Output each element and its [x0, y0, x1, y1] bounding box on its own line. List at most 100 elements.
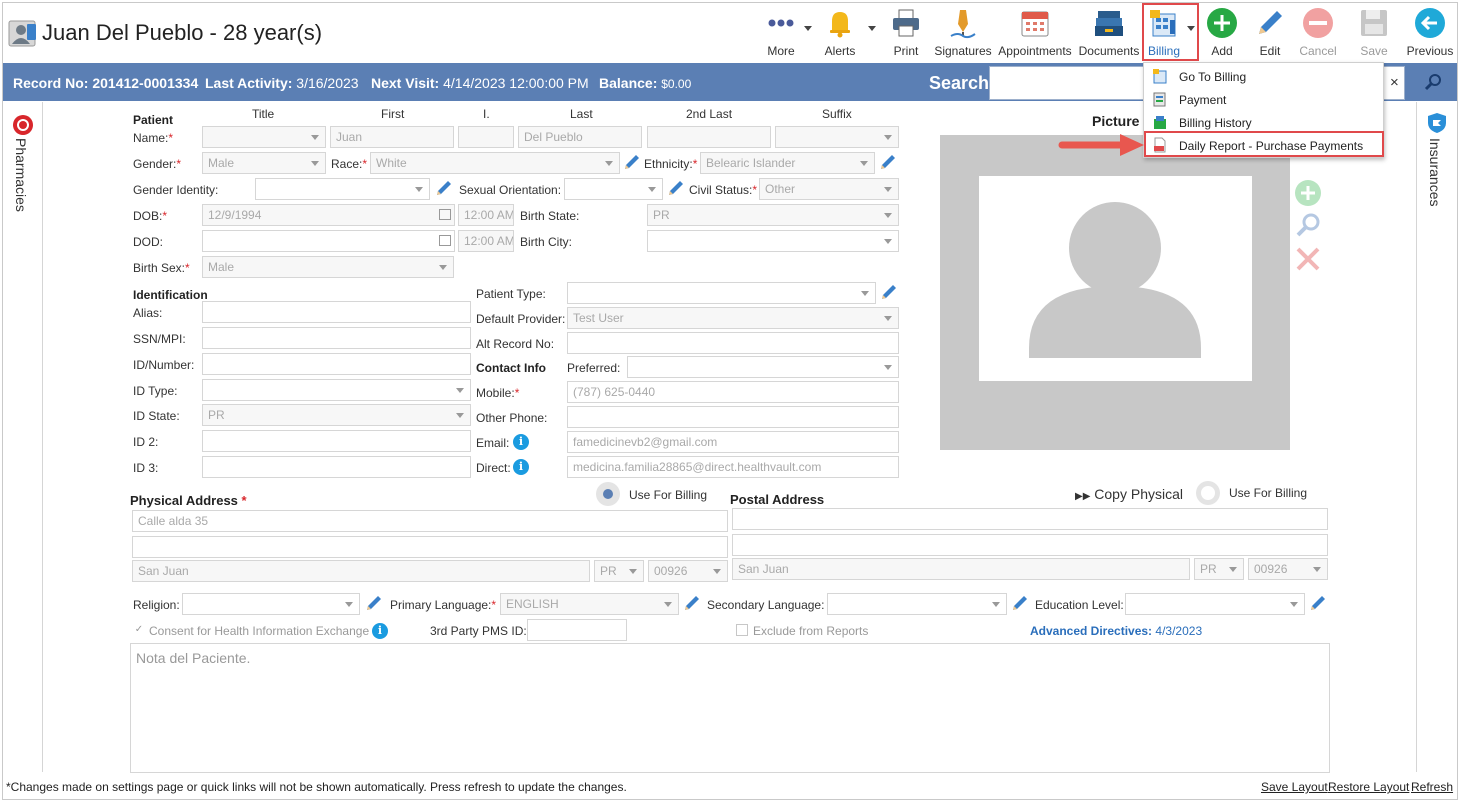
appointments-button[interactable]: Appointments [996, 4, 1074, 60]
sexual-orientation-select[interactable] [564, 178, 663, 200]
patient-notes-textarea[interactable]: Nota del Paciente. [130, 643, 1330, 773]
religion-edit-pencil-icon[interactable] [364, 593, 384, 613]
zoom-picture-icon[interactable] [1294, 211, 1322, 239]
last-name-field[interactable]: Del Pueblo [518, 126, 642, 148]
search-clear-button[interactable]: × [1390, 74, 1399, 91]
physical-address-line2-field[interactable] [132, 536, 728, 558]
id-type-select[interactable] [202, 379, 471, 401]
third-party-pms-field[interactable] [527, 619, 627, 641]
print-button[interactable]: Print [884, 4, 928, 60]
religion-select[interactable] [182, 593, 360, 615]
direct-field[interactable]: medicina.familia28865@direct.healthvault… [567, 456, 899, 478]
physical-city-field[interactable]: San Juan [132, 560, 590, 582]
sexual-orientation-edit-pencil-icon[interactable] [666, 178, 686, 198]
primary-language-edit-pencil-icon[interactable] [682, 593, 702, 613]
postal-zip-select[interactable]: 00926 [1248, 558, 1328, 580]
billing-button[interactable]: Billing [1144, 4, 1184, 60]
id2-field[interactable] [202, 430, 471, 452]
physical-zip-select[interactable]: 00926 [648, 560, 728, 582]
title-select[interactable] [202, 126, 326, 148]
secondary-language-edit-pencil-icon[interactable] [1010, 593, 1030, 613]
restore-layout-link[interactable]: Restore Layout [1328, 780, 1409, 794]
race-edit-pencil-icon[interactable] [622, 152, 642, 172]
name-label: Name:* [133, 131, 174, 145]
primary-language-select[interactable]: ENGLISH [500, 593, 679, 615]
patient-type-edit-pencil-icon[interactable] [879, 282, 899, 302]
race-select[interactable]: White [370, 152, 620, 174]
alt-record-field[interactable] [567, 332, 899, 354]
birth-sex-select[interactable]: Male [202, 256, 454, 278]
ethnicity-select[interactable]: Belearic Islander [700, 152, 875, 174]
dob-field[interactable]: 12/9/1994 [202, 204, 455, 226]
documents-button[interactable]: Documents [1078, 4, 1140, 60]
edit-button[interactable]: Edit [1248, 4, 1292, 60]
mobile-field[interactable]: (787) 625-0440 [567, 381, 899, 403]
pharmacies-panel[interactable]: Pharmacies [3, 102, 43, 772]
advanced-directives-link[interactable]: Advanced Directives: 4/3/2023 [1030, 624, 1202, 638]
education-level-select[interactable] [1125, 593, 1305, 615]
secondary-language-select[interactable] [827, 593, 1007, 615]
gender-identity-select[interactable] [255, 178, 430, 200]
id-number-field[interactable] [202, 353, 471, 375]
birth-city-select[interactable] [647, 230, 899, 252]
more-button[interactable]: More [758, 4, 804, 60]
alias-field[interactable] [202, 301, 471, 323]
physical-use-for-billing-radio[interactable] [596, 482, 620, 506]
save-layout-link[interactable]: Save Layout [1261, 780, 1328, 794]
dod-field[interactable] [202, 230, 455, 252]
email-info-icon[interactable]: i [513, 434, 529, 450]
civil-status-select[interactable]: Other [759, 178, 899, 200]
ethnicity-edit-pencil-icon[interactable] [878, 152, 898, 172]
menu-item-billing-history[interactable]: Billing History [1144, 111, 1383, 133]
copy-physical-button[interactable]: ▶▶ Copy Physical [1075, 486, 1183, 502]
search-button[interactable] [1409, 63, 1457, 101]
first-name-field[interactable]: Juan [330, 126, 454, 148]
physical-state-select[interactable]: PR [594, 560, 644, 582]
menu-item-payment[interactable]: Payment [1144, 88, 1383, 110]
refresh-link[interactable]: Refresh [1411, 780, 1453, 794]
default-provider-select[interactable]: Test User [567, 307, 899, 329]
id-state-label: ID State: [133, 409, 180, 423]
delete-picture-icon[interactable] [1294, 245, 1322, 273]
patient-type-select[interactable] [567, 282, 876, 304]
insurances-panel[interactable]: Insurances [1416, 102, 1457, 772]
ssn-field[interactable] [202, 327, 471, 349]
add-button[interactable]: Add [1202, 4, 1242, 60]
initial-field[interactable] [458, 126, 514, 148]
exclude-reports-checkbox[interactable] [736, 624, 748, 636]
more-caret-icon[interactable] [804, 26, 812, 31]
email-field[interactable]: famedicinevb2@gmail.com [567, 431, 899, 453]
id3-field[interactable] [202, 456, 471, 478]
dob-calendar-icon[interactable] [439, 209, 451, 220]
postal-state-select[interactable]: PR [1194, 558, 1244, 580]
dob-time-field[interactable]: 12:00 AM [458, 204, 514, 226]
direct-info-icon[interactable]: i [513, 459, 529, 475]
birth-state-select[interactable]: PR [647, 204, 899, 226]
postal-address-line2-field[interactable] [732, 534, 1328, 556]
consent-checkbox[interactable]: ✓ [133, 625, 145, 637]
preferred-select[interactable] [627, 356, 899, 378]
menu-item-go-to-billing[interactable]: Go To Billing [1144, 65, 1383, 87]
suffix-select[interactable] [775, 126, 899, 148]
billing-caret-icon[interactable] [1187, 26, 1195, 31]
consent-info-icon[interactable]: i [372, 623, 388, 639]
other-phone-field[interactable] [567, 406, 899, 428]
cancel-button[interactable]: Cancel [1296, 4, 1340, 60]
second-last-name-field[interactable] [647, 126, 771, 148]
gender-identity-edit-pencil-icon[interactable] [434, 178, 454, 198]
dod-calendar-icon[interactable] [439, 235, 451, 246]
previous-button[interactable]: Previous [1404, 4, 1456, 60]
id-state-select[interactable]: PR [202, 404, 471, 426]
alerts-button[interactable]: Alerts [818, 4, 862, 60]
alerts-caret-icon[interactable] [868, 26, 876, 31]
education-level-edit-pencil-icon[interactable] [1308, 593, 1328, 613]
postal-address-line1-field[interactable] [732, 508, 1328, 530]
postal-city-field[interactable]: San Juan [732, 558, 1190, 580]
physical-address-line1-field[interactable]: Calle alda 35 [132, 510, 728, 532]
dod-time-field[interactable]: 12:00 AM [458, 230, 514, 252]
add-picture-icon[interactable] [1294, 179, 1322, 207]
gender-select[interactable]: Male [202, 152, 326, 174]
signatures-button[interactable]: Signatures [932, 4, 994, 60]
save-button[interactable]: Save [1352, 4, 1396, 60]
postal-use-for-billing-radio[interactable] [1196, 481, 1220, 505]
